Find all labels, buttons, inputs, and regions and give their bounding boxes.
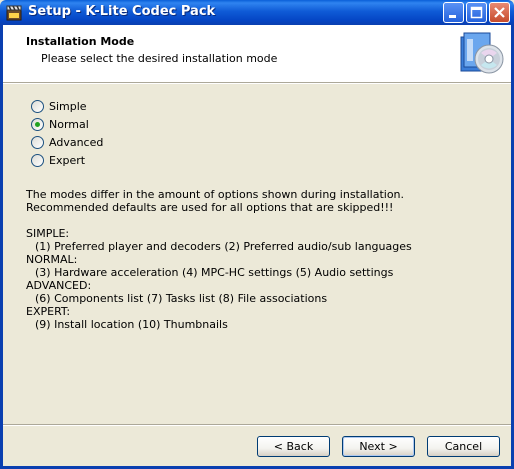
page-title: Installation Mode xyxy=(26,35,135,48)
window-title: Setup - K-Lite Codec Pack xyxy=(28,4,216,19)
setup-window: Setup - K-Lite Codec Pack Installation M… xyxy=(0,0,514,469)
radio-label: Simple xyxy=(49,99,87,113)
simple-items: (1) Preferred player and decoders (2) Pr… xyxy=(35,240,412,253)
radio-button[interactable] xyxy=(31,153,44,167)
wizard-header: Installation Mode Please select the desi… xyxy=(3,25,511,82)
radio-expert[interactable]: Expert xyxy=(31,152,85,168)
radio-simple[interactable]: Simple xyxy=(31,98,87,114)
back-button[interactable]: < Back xyxy=(257,436,330,457)
maximize-icon xyxy=(470,6,483,19)
close-button[interactable] xyxy=(489,2,510,23)
radio-button-checked[interactable] xyxy=(31,117,44,131)
normal-heading: NORMAL: xyxy=(26,253,78,266)
expert-heading: EXPERT: xyxy=(26,305,71,318)
setup-cd-icon xyxy=(460,32,504,74)
simple-heading: SIMPLE: xyxy=(26,227,70,240)
minimize-icon xyxy=(449,15,456,18)
minimize-button[interactable] xyxy=(443,2,464,23)
footer-separator xyxy=(3,424,511,426)
normal-items: (3) Hardware acceleration (4) MPC-HC set… xyxy=(35,266,394,279)
description-line-2: Recommended defaults are used for all op… xyxy=(26,201,394,214)
radio-button[interactable] xyxy=(31,135,44,149)
window-frame-left xyxy=(0,25,3,469)
maximize-button[interactable] xyxy=(466,2,487,23)
advanced-items: (6) Components list (7) Tasks list (8) F… xyxy=(35,292,328,305)
radio-selected-dot xyxy=(35,121,40,127)
radio-button[interactable] xyxy=(31,99,44,113)
radio-label: Advanced xyxy=(49,135,104,149)
radio-label: Expert xyxy=(49,153,86,167)
cancel-button[interactable]: Cancel xyxy=(427,436,500,457)
title-bar[interactable]: Setup - K-Lite Codec Pack xyxy=(0,0,514,25)
page-subtitle: Please select the desired installation m… xyxy=(41,52,278,65)
advanced-heading: ADVANCED: xyxy=(26,279,92,292)
film-clapper-icon xyxy=(6,5,22,21)
header-separator xyxy=(3,82,511,84)
expert-items: (9) Install location (10) Thumbnails xyxy=(35,318,228,331)
description-line-1: The modes differ in the amount of option… xyxy=(26,188,405,201)
close-icon xyxy=(494,7,505,18)
radio-label: Normal xyxy=(49,117,89,131)
radio-normal[interactable]: Normal xyxy=(31,116,89,132)
next-button[interactable]: Next > xyxy=(342,436,415,457)
radio-advanced[interactable]: Advanced xyxy=(31,134,103,150)
